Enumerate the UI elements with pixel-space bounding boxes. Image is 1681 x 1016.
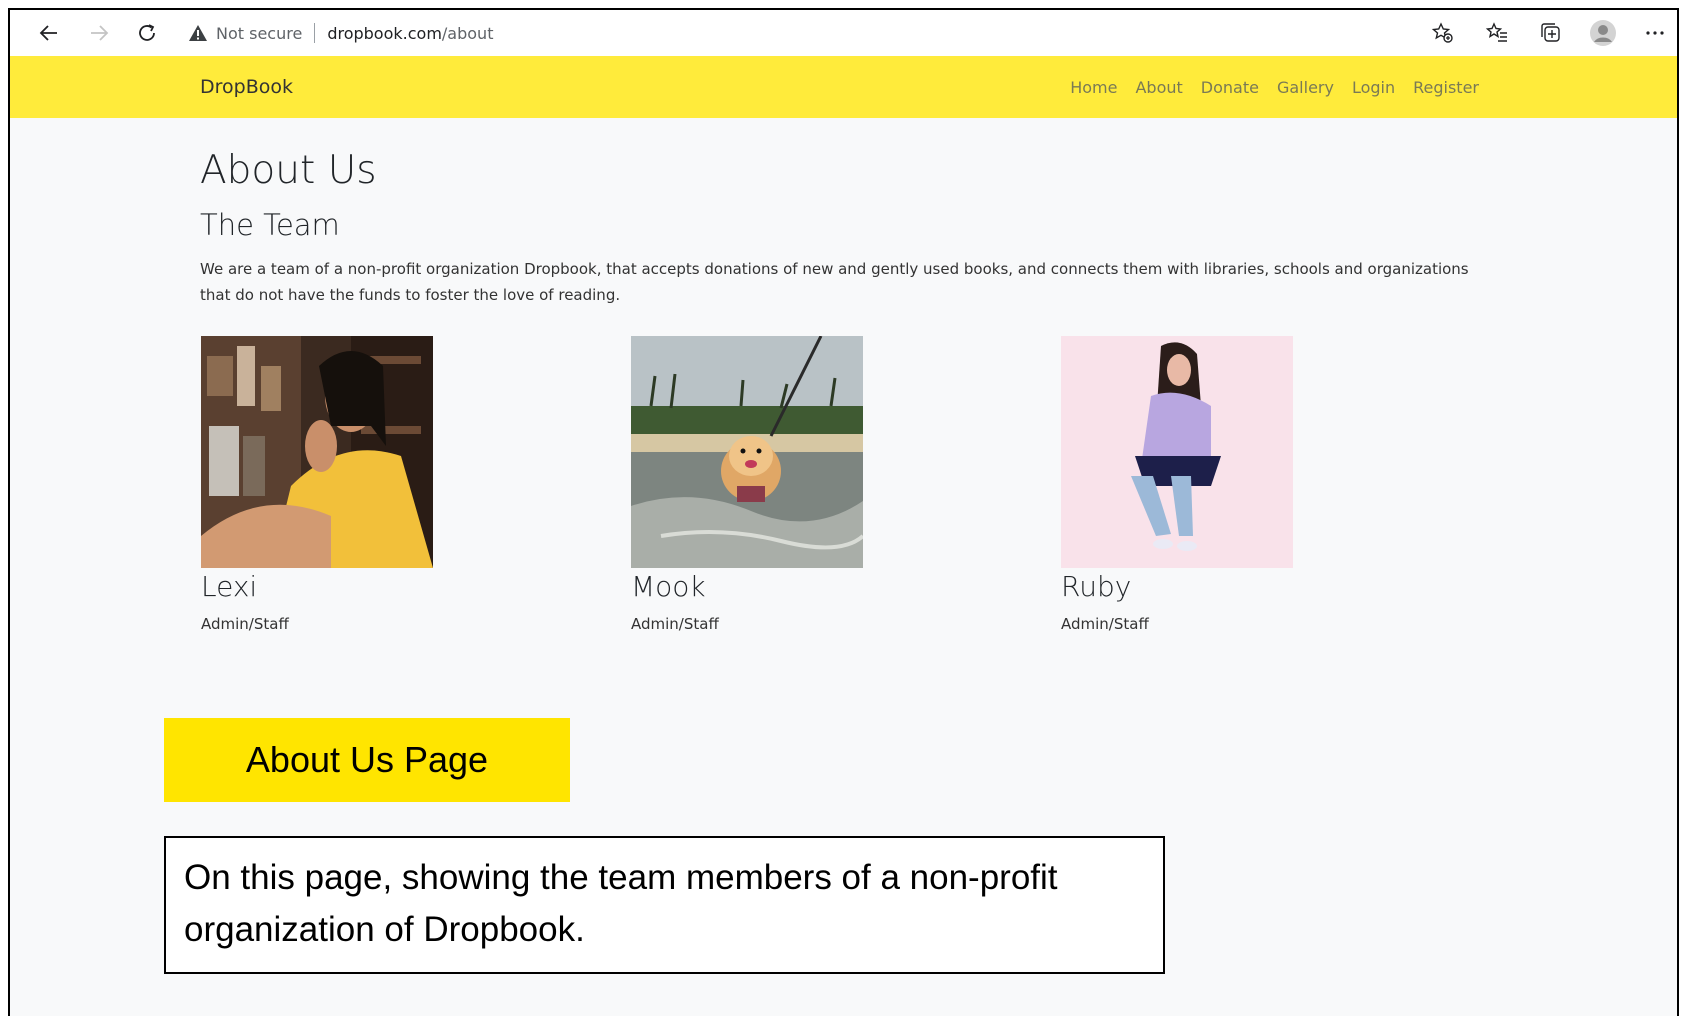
member-photo bbox=[201, 336, 433, 568]
nav-gallery[interactable]: Gallery bbox=[1277, 78, 1334, 97]
member-role: Admin/Staff bbox=[201, 615, 289, 633]
avatar-icon bbox=[1590, 20, 1616, 46]
favorites-button[interactable] bbox=[1480, 16, 1514, 50]
collections-icon bbox=[1541, 23, 1560, 42]
star-add-icon bbox=[1431, 22, 1453, 43]
favorites-list-icon bbox=[1485, 22, 1507, 42]
member-name: Ruby bbox=[1061, 570, 1132, 603]
member-role: Admin/Staff bbox=[631, 615, 719, 633]
team-member-card: Lexi Admin/Staff bbox=[201, 336, 433, 633]
add-favorite-button[interactable] bbox=[1426, 16, 1460, 50]
section-subtitle: The Team bbox=[200, 208, 340, 242]
team-member-card: Ruby Admin/Staff bbox=[1061, 336, 1293, 633]
site-navbar: DropBook Home About Donate Gallery Login… bbox=[10, 56, 1677, 118]
browser-toolbar: Not secure dropbook.com/about bbox=[10, 10, 1677, 57]
forward-arrow-icon bbox=[91, 25, 109, 41]
more-dots-icon bbox=[1646, 31, 1664, 35]
warning-icon bbox=[189, 25, 207, 41]
annotation-callout: About Us Page bbox=[164, 718, 570, 802]
back-button[interactable] bbox=[32, 16, 66, 50]
profile-button[interactable] bbox=[1586, 16, 1620, 50]
url-host: dropbook.com bbox=[327, 23, 442, 43]
team-description: We are a team of a non-profit organizati… bbox=[200, 260, 1469, 304]
nav-about[interactable]: About bbox=[1135, 78, 1182, 97]
back-arrow-icon bbox=[39, 25, 57, 41]
member-role: Admin/Staff bbox=[1061, 615, 1149, 633]
nav-register[interactable]: Register bbox=[1413, 78, 1479, 97]
reload-icon bbox=[139, 24, 155, 41]
address-separator bbox=[314, 23, 316, 43]
brand-link[interactable]: DropBook bbox=[200, 76, 293, 98]
member-name: Mook bbox=[631, 570, 706, 603]
forward-button[interactable] bbox=[82, 16, 116, 50]
nav-login[interactable]: Login bbox=[1352, 78, 1395, 97]
annotation-note: On this page, showing the team members o… bbox=[164, 836, 1165, 974]
not-secure-label: Not secure bbox=[216, 23, 303, 43]
member-photo bbox=[1061, 336, 1293, 568]
team-member-card: Mook Admin/Staff bbox=[631, 336, 863, 633]
page-title: About Us bbox=[200, 148, 377, 193]
member-photo bbox=[631, 336, 863, 568]
collections-button[interactable] bbox=[1534, 16, 1568, 50]
address-bar[interactable]: Not secure dropbook.com/about bbox=[188, 18, 1408, 48]
member-name: Lexi bbox=[201, 570, 258, 603]
browser-window: Not secure dropbook.com/about DropBook H… bbox=[8, 8, 1679, 1016]
nav-home[interactable]: Home bbox=[1070, 78, 1117, 97]
reload-button[interactable] bbox=[130, 16, 164, 50]
nav-donate[interactable]: Donate bbox=[1201, 78, 1259, 97]
nav-links: Home About Donate Gallery Login Register bbox=[1070, 78, 1479, 97]
url-path: /about bbox=[441, 23, 494, 43]
more-menu-button[interactable] bbox=[1638, 16, 1672, 50]
